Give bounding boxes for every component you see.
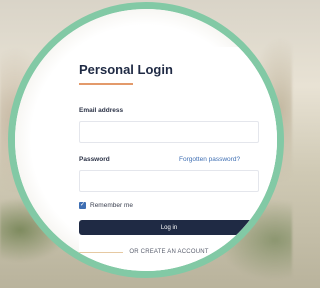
password-label: Password [79, 156, 110, 163]
create-account-divider: OR CREATE AN ACCOUNT [79, 247, 260, 257]
password-field[interactable] [79, 170, 259, 192]
login-button[interactable]: Log in [79, 220, 259, 235]
check-icon: ✓ [79, 202, 86, 208]
divider-line-right [214, 251, 260, 253]
remember-label: Remember me [90, 202, 133, 209]
magnifier-lens: Personal Login Email address Password Fo… [8, 2, 284, 278]
title-underline [79, 83, 133, 85]
remember-checkbox[interactable]: ✓ [79, 202, 86, 209]
login-card: Personal Login Email address Password Fo… [79, 47, 277, 271]
divider-text: OR CREATE AN ACCOUNT [129, 249, 209, 255]
divider-line-left [79, 251, 124, 253]
remember-me-row[interactable]: ✓ Remember me [79, 202, 133, 209]
email-label: Email address [79, 107, 124, 114]
page-title: Personal Login [79, 62, 173, 77]
email-field[interactable] [79, 121, 259, 143]
forgot-password-link[interactable]: Forgotten password? [179, 156, 240, 163]
